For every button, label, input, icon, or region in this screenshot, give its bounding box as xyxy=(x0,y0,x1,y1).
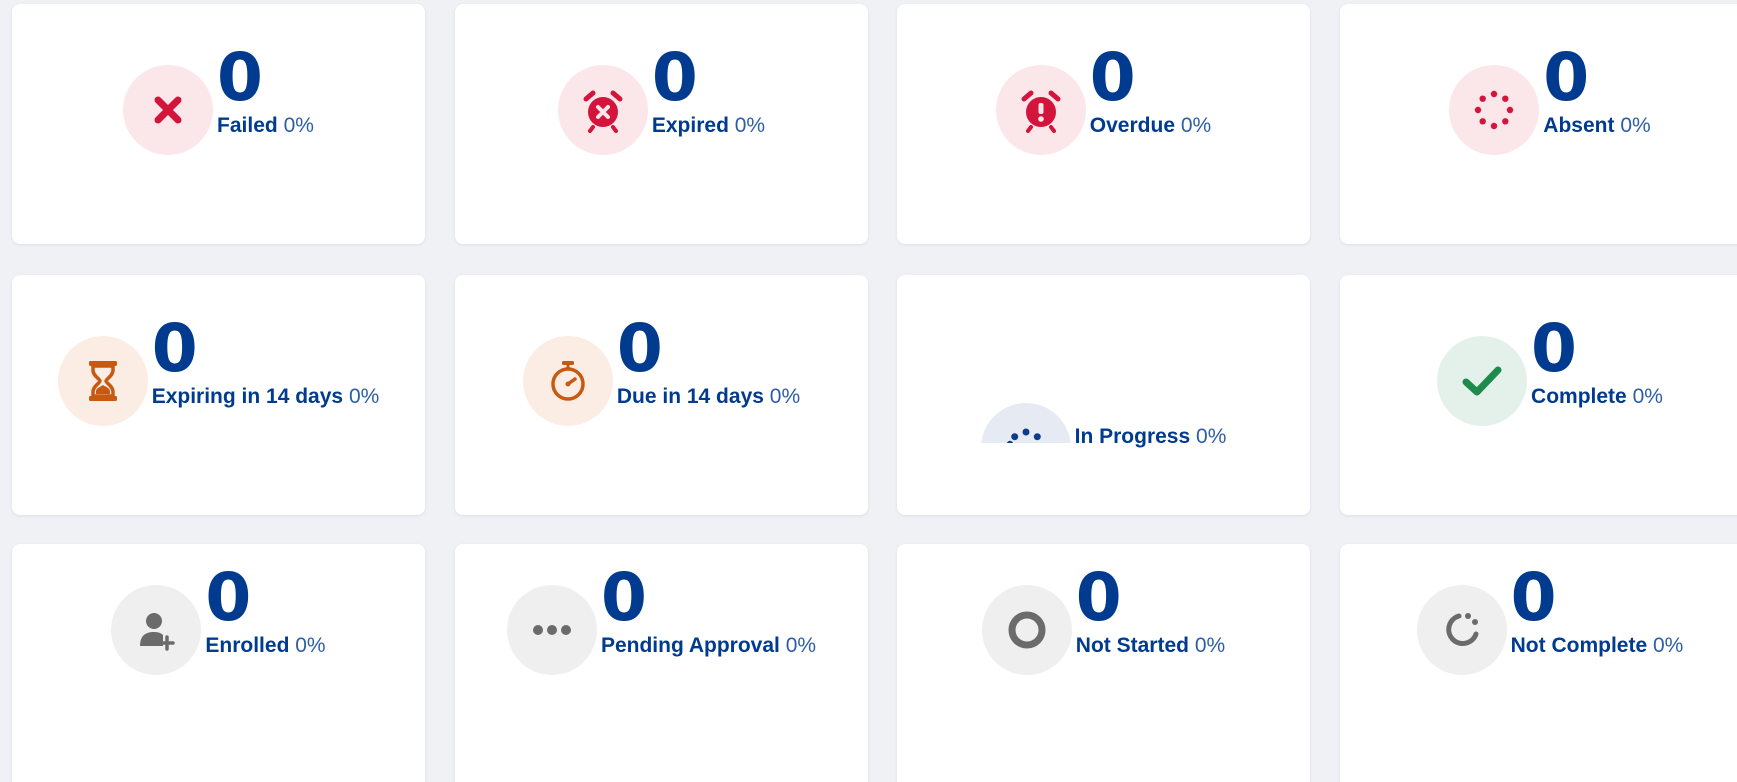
alarm-x-icon xyxy=(557,65,648,155)
enrolled-label: Enrolled xyxy=(205,633,290,657)
pending-approval-count: 0 xyxy=(600,558,647,636)
not-started-percent: 0% xyxy=(1194,633,1226,657)
ellipsis-icon xyxy=(506,585,597,675)
hourglass-icon xyxy=(57,336,148,426)
card-in-progress[interactable]: In Progress 0% xyxy=(897,275,1310,515)
in-progress-label: In Progress xyxy=(1074,425,1191,448)
complete-label: Complete xyxy=(1531,384,1627,408)
failed-percent: 0% xyxy=(283,113,314,137)
failed-count: 0 xyxy=(217,38,263,116)
card-expired[interactable]: 0 Expired 0% xyxy=(455,4,868,244)
x-icon xyxy=(123,65,214,155)
expiring-label: Expiring in 14 days xyxy=(151,384,344,408)
card-expiring-in-14-days[interactable]: 0 Expiring in 14 days 0% xyxy=(12,275,425,515)
in-progress-percent: 0% xyxy=(1196,425,1227,448)
due-percent: 0% xyxy=(769,384,801,408)
dotted-circle-icon xyxy=(1449,65,1540,155)
card-due-in-14-days[interactable]: 0 Due in 14 days 0% xyxy=(455,275,868,515)
expired-percent: 0% xyxy=(734,113,766,137)
absent-percent: 0% xyxy=(1620,113,1651,137)
card-enrolled[interactable]: 0 Enrolled 0% xyxy=(12,544,425,782)
partial-circle-icon xyxy=(1416,585,1507,675)
overdue-percent: 0% xyxy=(1180,113,1212,137)
enrolled-percent: 0% xyxy=(295,633,326,657)
expired-label: Expired xyxy=(651,113,729,137)
card-overdue[interactable]: 0 Overdue 0% xyxy=(897,4,1310,244)
stat-failed: 0 Failed 0% xyxy=(123,44,314,155)
card-complete[interactable]: 0 Complete 0% xyxy=(1340,275,1737,515)
pending-approval-label: Pending Approval xyxy=(600,633,780,657)
not-started-label: Not Started xyxy=(1075,633,1189,657)
complete-count: 0 xyxy=(1531,309,1577,387)
card-pending-approval[interactable]: 0 Pending Approval 0% xyxy=(455,544,868,782)
due-count: 0 xyxy=(616,309,663,387)
card-failed[interactable]: 0 Failed 0% xyxy=(12,4,425,244)
not-complete-label: Not Complete xyxy=(1510,633,1648,657)
not-complete-count: 0 xyxy=(1510,558,1557,636)
alarm-exclamation-icon xyxy=(995,65,1086,155)
overdue-count: 0 xyxy=(1089,38,1136,116)
not-complete-percent: 0% xyxy=(1652,633,1684,657)
pending-approval-percent: 0% xyxy=(785,633,817,657)
card-not-complete[interactable]: 0 Not Complete 0% xyxy=(1340,544,1737,782)
check-icon xyxy=(1437,336,1528,426)
card-absent[interactable]: 0 Absent 0% xyxy=(1340,4,1737,244)
spinner-dots-icon xyxy=(980,403,1071,443)
overdue-label: Overdue xyxy=(1089,113,1175,137)
card-not-started[interactable]: 0 Not Started 0% xyxy=(897,544,1310,782)
expired-count: 0 xyxy=(651,38,698,116)
failed-label: Failed xyxy=(217,113,278,137)
ring-icon xyxy=(981,585,1072,675)
enrolled-count: 0 xyxy=(205,558,251,636)
user-plus-icon xyxy=(111,585,202,675)
absent-count: 0 xyxy=(1543,38,1589,116)
absent-label: Absent xyxy=(1543,113,1615,137)
expiring-count: 0 xyxy=(151,309,198,387)
complete-percent: 0% xyxy=(1632,384,1663,408)
not-started-count: 0 xyxy=(1075,558,1122,636)
due-label: Due in 14 days xyxy=(616,384,764,408)
stopwatch-icon xyxy=(522,336,613,426)
status-summary-grid: 0 Failed 0% 0 Expired 0% 0 Overdue 0% 0 … xyxy=(0,0,1737,782)
expiring-percent: 0% xyxy=(348,384,380,408)
